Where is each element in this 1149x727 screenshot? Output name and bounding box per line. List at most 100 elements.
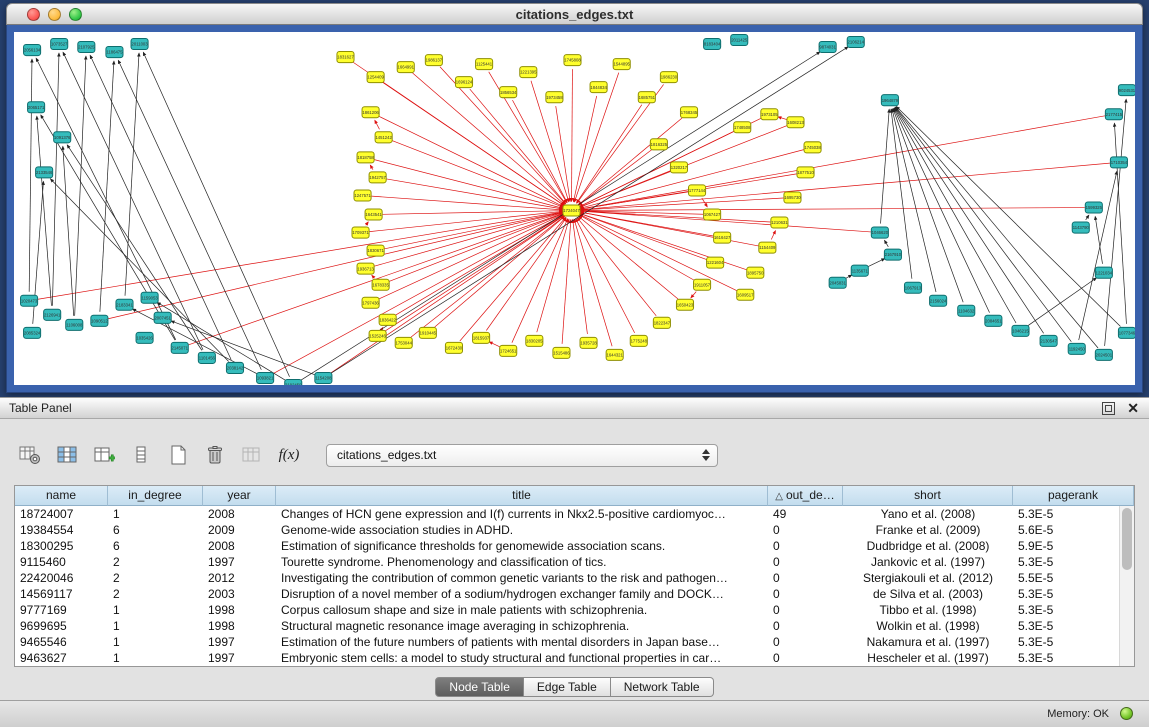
network-node-label: 1090512 <box>91 318 108 323</box>
citation-edge-red <box>572 69 573 201</box>
cytoscape-screen: citations_edges.txt 17240471831627125440… <box>0 0 1149 727</box>
column-header-in-degree[interactable]: in_degree <box>108 486 203 506</box>
network-node-label: 1822347 <box>654 320 671 325</box>
float-panel-icon[interactable] <box>1102 402 1115 415</box>
network-node-label: 9024531 <box>1119 88 1135 93</box>
table-cell: 1997 <box>203 634 276 650</box>
table-cell: 5.5E-5 <box>1013 570 1119 586</box>
table-row[interactable]: 977716911998Corpus callosum shape and si… <box>15 602 1119 618</box>
column-header-title[interactable]: title <box>276 486 768 506</box>
table-cell: 1 <box>108 650 203 666</box>
show-columns-icon[interactable] <box>53 442 81 468</box>
column-header-name[interactable]: name <box>15 486 108 506</box>
citation-network-graph[interactable]: 1724047183162712544091664991198613716961… <box>14 32 1135 385</box>
table-mode-icon[interactable] <box>16 442 44 468</box>
network-node-label: 1964879 <box>882 98 899 103</box>
citation-edge-black <box>1028 278 1097 326</box>
table-cell: 9777169 <box>15 602 108 618</box>
table-cell: 5.9E-5 <box>1013 538 1119 554</box>
citation-edge-red <box>574 219 612 346</box>
network-window: citations_edges.txt 17240471831627125440… <box>6 3 1143 393</box>
table-row[interactable]: 2242004622012Investigating the contribut… <box>15 570 1119 586</box>
table-row[interactable]: 946362711997Embryonic stem cells: a mode… <box>15 650 1119 666</box>
table-cell: 22420046 <box>15 570 108 586</box>
citation-edge-red <box>581 208 1085 211</box>
column-header-pagerank[interactable]: pagerank <box>1013 486 1134 506</box>
network-node-label: 2156024 <box>930 298 947 303</box>
network-node-label: 2085324 <box>24 330 41 335</box>
table-cell: Disruption of a novel member of a sodium… <box>276 586 768 602</box>
import-table-icon[interactable] <box>238 442 266 468</box>
network-node-label: 1221034 <box>1096 270 1113 275</box>
table-cell: Franke et al. (2009) <box>843 522 1013 538</box>
row-height-icon[interactable] <box>127 442 155 468</box>
column-header-year[interactable]: year <box>203 486 276 506</box>
network-node-label: 1724047 <box>563 208 580 213</box>
network-node-label: 1091376 <box>54 135 71 140</box>
citation-edge-red <box>375 120 380 129</box>
citation-edge-red <box>273 215 564 374</box>
citation-edge-red <box>580 163 1109 210</box>
table-row[interactable]: 1830029562008Estimation of significance … <box>15 538 1119 554</box>
citation-edge-red <box>489 342 500 347</box>
network-node-label: 1830671 <box>367 248 384 253</box>
network-node-label: 1073527 <box>51 42 68 47</box>
network-node-label: 1696124 <box>456 80 473 85</box>
network-node-label: 2107925 <box>78 45 95 50</box>
table-cell: 9463627 <box>15 650 108 666</box>
network-node-label: 2038142 <box>227 366 244 371</box>
table-cell: 5.3E-5 <box>1013 506 1119 522</box>
citation-edge-red <box>385 215 564 331</box>
table-row[interactable]: 946554611997Estimation of the future num… <box>15 634 1119 650</box>
new-table-icon[interactable] <box>164 442 192 468</box>
network-node-label: 1093821 <box>257 376 274 381</box>
table-cell: Tourette syndrome. Phenomenology and cla… <box>276 554 768 570</box>
table-cell: Changes of HCN gene expression and I(f) … <box>276 506 768 522</box>
close-panel-icon[interactable]: ✕ <box>1127 401 1139 415</box>
table-selector-dropdown[interactable]: citations_edges.txt <box>326 444 718 467</box>
table-row[interactable]: 911546021997Tourette syndrome. Phenomeno… <box>15 554 1119 570</box>
scrollbar-thumb[interactable] <box>1122 508 1132 570</box>
network-node-label: 1664991 <box>398 65 415 70</box>
network-node-label: 1067913 <box>905 285 922 290</box>
tab-node-table[interactable]: Node Table <box>435 677 524 697</box>
table-cell: 2003 <box>203 586 276 602</box>
table-cell: Embryonic stem cells: a model to study s… <box>276 650 768 666</box>
network-node-label: 1135671 <box>852 268 869 273</box>
table-cell: Corpus callosum shape and size in male p… <box>276 602 768 618</box>
tab-network-table[interactable]: Network Table <box>611 677 714 697</box>
network-node-label: 1210631 <box>771 220 788 225</box>
network-node-label: 1599325 <box>1086 205 1103 210</box>
column-header-short[interactable]: short <box>843 486 1013 506</box>
network-node-label: 1672430 <box>446 346 463 351</box>
table-cell: Stergiakouli et al. (2012) <box>843 570 1013 586</box>
table-cell: 19384554 <box>15 522 108 538</box>
table-row[interactable]: 1938455462009Genome-wide association stu… <box>15 522 1119 538</box>
network-node-label: 1745038 <box>804 145 821 150</box>
table-cell: 1 <box>108 618 203 634</box>
network-window-titlebar[interactable]: citations_edges.txt <box>6 3 1143 25</box>
citation-edge-red <box>389 214 563 282</box>
network-node-label: 1451242 <box>375 135 392 140</box>
network-node-label: 1775248 <box>631 338 648 343</box>
network-node-label: 1609517 <box>737 292 754 297</box>
citation-edge-black <box>868 259 885 267</box>
table-row[interactable]: 1456911722003Disruption of a novel membe… <box>15 586 1119 602</box>
network-node-label: 1046215 <box>1012 328 1029 333</box>
table-row[interactable]: 969969511998Structural magnetic resonanc… <box>15 618 1119 634</box>
citation-edge-red <box>384 212 562 248</box>
table-scrollbar[interactable] <box>1119 506 1134 666</box>
tab-edge-table[interactable]: Edge Table <box>524 677 611 697</box>
function-builder-button[interactable]: f(x) <box>275 442 303 468</box>
column-header-out-degree[interactable]: △out_de… <box>768 486 843 506</box>
network-canvas[interactable]: 1724047183162712544091664991198613716961… <box>14 32 1135 385</box>
table-row[interactable]: 1872400712008Changes of HCN gene express… <box>15 506 1119 522</box>
table-cell: 5.3E-5 <box>1013 586 1119 602</box>
table-cell: Hescheler et al. (1997) <box>843 650 1013 666</box>
delete-table-icon[interactable] <box>201 442 229 468</box>
citation-edge-black <box>881 109 890 223</box>
citation-edge-black <box>884 240 888 247</box>
create-column-icon[interactable] <box>90 442 118 468</box>
table-body: 1872400712008Changes of HCN gene express… <box>15 506 1119 666</box>
network-node-label: 1973105 <box>761 112 778 117</box>
